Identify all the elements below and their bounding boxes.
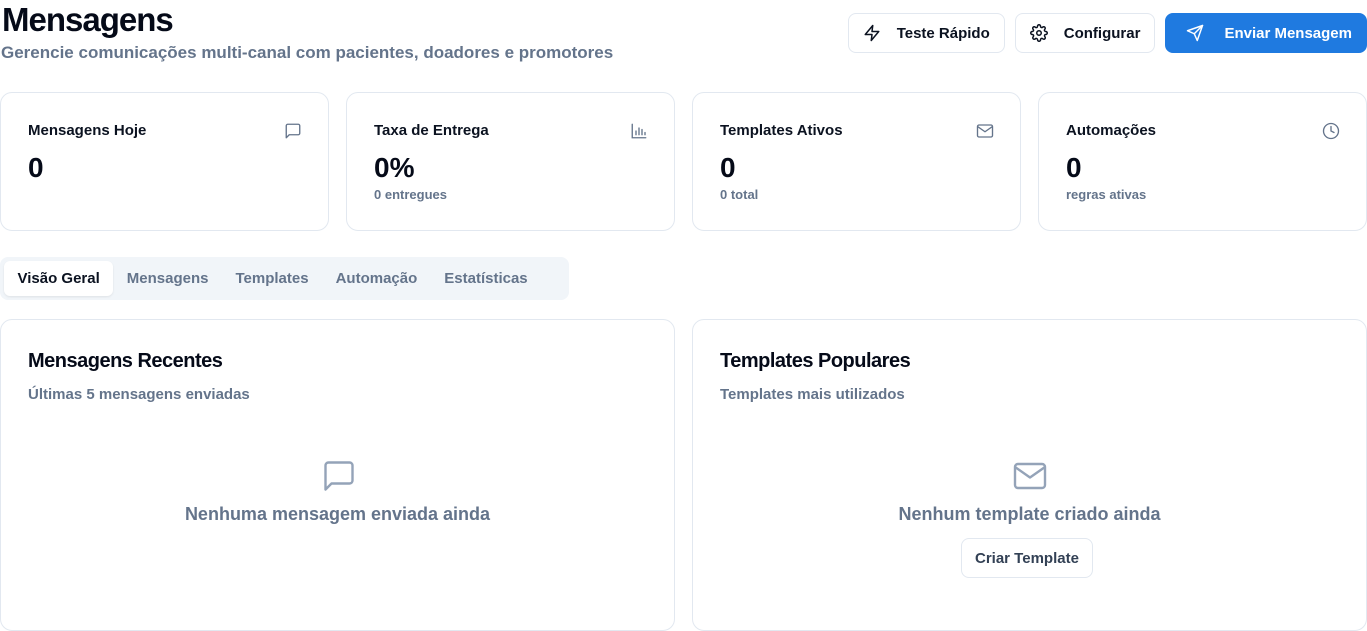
send-message-label: Enviar Mensagem [1224, 24, 1352, 42]
send-icon [1186, 24, 1204, 42]
quick-test-button[interactable]: Teste Rápido [847, 13, 1005, 53]
header-actions: Teste Rápido Configurar Enviar Mensagem [847, 13, 1367, 53]
stat-title: Automações [1066, 122, 1157, 139]
stats-row: Mensagens Hoje 0 Taxa de Entrega 0% 0 en… [0, 92, 1367, 231]
tab-templates[interactable]: Templates [222, 261, 322, 296]
mail-icon [1012, 458, 1048, 494]
stat-sub: 0 total [720, 187, 759, 202]
send-message-button[interactable]: Enviar Mensagem [1165, 13, 1367, 53]
tab-overview[interactable]: Visão Geral [4, 261, 114, 296]
tab-automation[interactable]: Automação [322, 261, 431, 296]
create-template-button[interactable]: Criar Template [961, 538, 1093, 578]
stat-card-active-templates: Templates Ativos 0 0 total [692, 92, 1021, 231]
stat-title: Mensagens Hoje [28, 122, 147, 139]
clock-icon [1322, 122, 1340, 140]
panel-subtitle: Templates mais utilizados [720, 386, 905, 403]
stat-card-messages-today: Mensagens Hoje 0 [0, 92, 329, 231]
page-title: Mensagens [2, 1, 174, 38]
configure-label: Configurar [1063, 24, 1141, 42]
page-subtitle: Gerencie comunicações multi-canal com pa… [1, 43, 614, 62]
mail-icon [976, 122, 994, 140]
bar-chart-icon [630, 122, 648, 140]
zap-icon [863, 24, 881, 42]
stat-value: 0 [1066, 152, 1082, 183]
empty-state-text: Nenhum template criado ainda [898, 504, 1161, 524]
tab-statistics[interactable]: Estatísticas [431, 261, 541, 296]
message-square-icon [321, 458, 357, 494]
gear-icon [1029, 24, 1048, 42]
popular-templates-panel: Templates Populares Templates mais utili… [692, 319, 1367, 631]
message-square-icon [284, 122, 302, 140]
empty-state-text: Nenhuma mensagem enviada ainda [184, 504, 491, 524]
stat-card-delivery-rate: Taxa de Entrega 0% 0 entregues [346, 92, 675, 231]
stat-sub: 0 entregues [374, 187, 447, 202]
recent-messages-panel: Mensagens Recentes Últimas 5 mensagens e… [0, 319, 675, 631]
stat-value: 0 [28, 152, 44, 183]
panel-title: Templates Populares [720, 350, 911, 372]
tab-list: Visão Geral Mensagens Templates Automaçã… [0, 257, 569, 300]
stat-value: 0% [374, 152, 415, 183]
stat-card-automations: Automações 0 regras ativas [1038, 92, 1367, 231]
stat-title: Taxa de Entrega [374, 122, 489, 139]
stat-value: 0 [720, 152, 736, 183]
configure-button[interactable]: Configurar [1014, 13, 1156, 53]
panel-subtitle: Últimas 5 mensagens enviadas [28, 386, 250, 403]
panel-title: Mensagens Recentes [28, 350, 223, 372]
stat-sub: regras ativas [1066, 187, 1147, 202]
stat-title: Templates Ativos [720, 122, 843, 139]
tab-messages[interactable]: Mensagens [113, 261, 222, 296]
quick-test-label: Teste Rápido [896, 24, 990, 42]
